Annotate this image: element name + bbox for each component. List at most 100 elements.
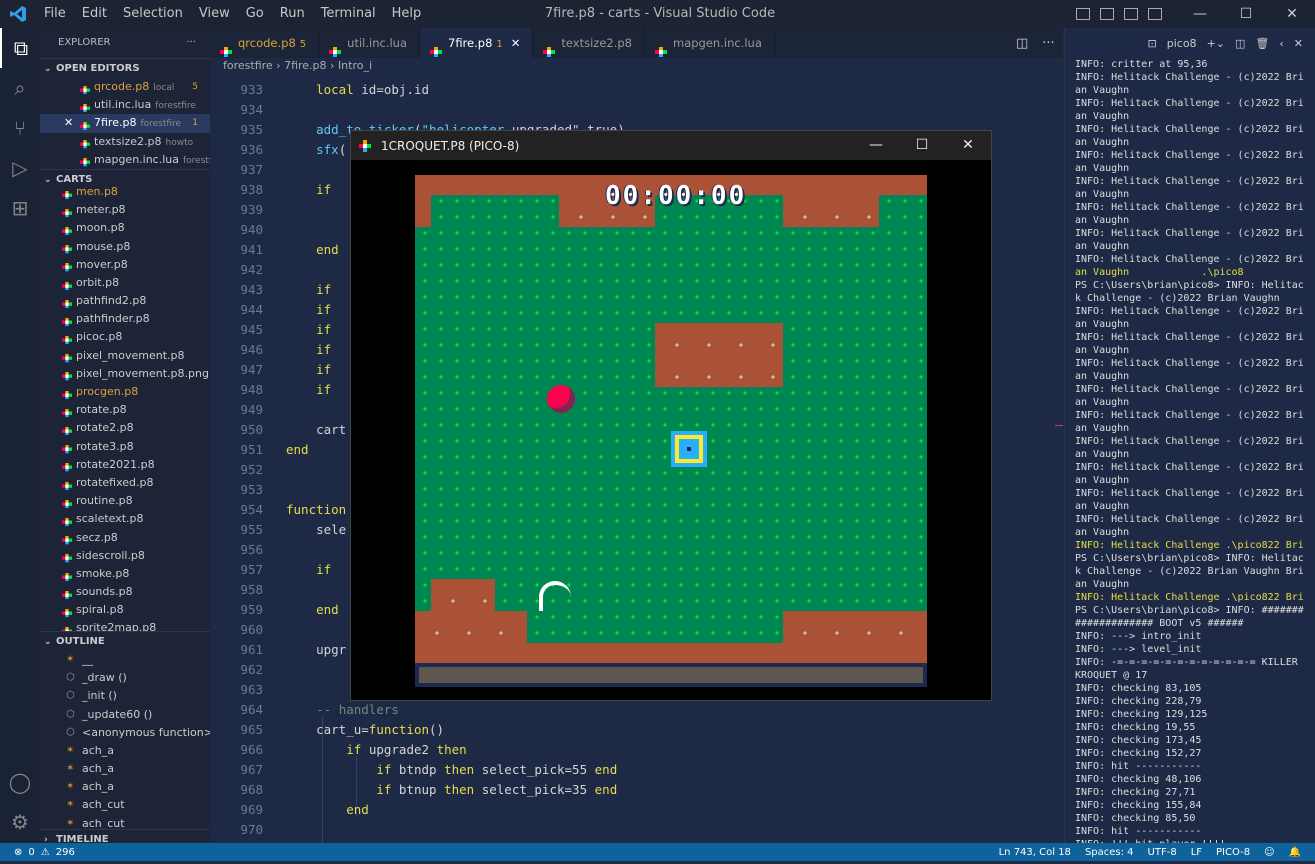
close-button[interactable]: ✕: [945, 131, 991, 160]
cart-file-item[interactable]: sprite2map.p8: [40, 619, 210, 631]
open-editor-item[interactable]: qrcode.p8 local 5: [40, 78, 210, 96]
warning-count[interactable]: 296: [56, 847, 75, 858]
cart-file-item[interactable]: secz.p8: [40, 529, 210, 547]
open-editor-item[interactable]: ✕ 7fire.p8 forestfire 1: [40, 114, 210, 133]
close-icon[interactable]: ✕: [64, 114, 73, 132]
maximize-button[interactable]: ☐: [899, 131, 945, 160]
toggle-sidebar-icon[interactable]: [1076, 8, 1090, 20]
cursor-position[interactable]: Ln 743, Col 18: [999, 847, 1071, 858]
trash-icon[interactable]: 🗑: [1255, 37, 1269, 50]
toggle-panel-icon[interactable]: [1100, 8, 1114, 20]
minimize-button[interactable]: —: [853, 131, 899, 160]
tab-qrcode-p8[interactable]: qrcode.p8 5: [210, 28, 320, 58]
warnings-icon[interactable]: ⚠: [41, 847, 50, 858]
menu-item-run[interactable]: Run: [272, 0, 313, 28]
language-mode[interactable]: PICO-8: [1216, 847, 1250, 858]
outline-symbol[interactable]: ✶ ach_a: [40, 778, 210, 796]
cart-file-item[interactable]: rotate2021.p8: [40, 456, 210, 474]
explorer-icon[interactable]: ⧉: [0, 28, 40, 68]
breadcrumb-symbol[interactable]: Intro_i: [338, 59, 372, 72]
cart-file-item[interactable]: routine.p8: [40, 492, 210, 510]
open-editor-item[interactable]: util.inc.lua forestfire: [40, 96, 210, 114]
split-editor-icon[interactable]: ◫: [1016, 36, 1028, 51]
pico8-game-window[interactable]: 1CROQUET.P8 (PICO-8) — ☐ ✕ 00:00:00: [350, 130, 992, 701]
tab-mapgen-inc-lua[interactable]: mapgen.inc.lua: [645, 28, 775, 58]
new-terminal-icon[interactable]: +⌄: [1207, 37, 1225, 50]
terminal-output[interactable]: INFO: critter at 95,36 INFO: Helitack Cha…: [1075, 58, 1311, 864]
more-actions-icon[interactable]: ···: [186, 28, 196, 58]
cart-file-item[interactable]: sidescroll.p8: [40, 547, 210, 565]
tab-7fire-p8[interactable]: 7fire.p8 1 ✕: [420, 28, 534, 58]
cart-file-item[interactable]: pathfind2.p8: [40, 292, 210, 310]
errors-icon[interactable]: ⊗: [14, 847, 22, 858]
menu-item-edit[interactable]: Edit: [74, 0, 115, 28]
close-button[interactable]: ✕: [1269, 0, 1315, 28]
encoding[interactable]: UTF-8: [1148, 847, 1177, 858]
cart-file-item[interactable]: spiral.p8: [40, 601, 210, 619]
menu-item-go[interactable]: Go: [238, 0, 272, 28]
outline-symbol[interactable]: ✶ ach_cut: [40, 796, 210, 814]
chevron-left-icon[interactable]: ‹: [1279, 37, 1283, 50]
cart-file-item[interactable]: moon.p8: [40, 219, 210, 237]
outline-header[interactable]: ⌄ OUTLINE: [40, 630, 210, 651]
outline-symbol[interactable]: ⬡ _init (): [40, 687, 210, 705]
error-count[interactable]: 0: [28, 847, 34, 858]
tab-util-inc-lua[interactable]: util.inc.lua: [319, 28, 420, 58]
cart-file-item[interactable]: pathfinder.p8: [40, 310, 210, 328]
cart-file-item[interactable]: smoke.p8: [40, 565, 210, 583]
menu-item-view[interactable]: View: [191, 0, 238, 28]
game-window-titlebar[interactable]: 1CROQUET.P8 (PICO-8) — ☐ ✕: [351, 131, 991, 160]
minimize-button[interactable]: —: [1177, 0, 1223, 28]
feedback-icon[interactable]: ☺: [1264, 847, 1274, 858]
cart-file-item[interactable]: rotate3.p8: [40, 438, 210, 456]
cart-file-item[interactable]: rotatefixed.p8: [40, 474, 210, 492]
cart-file-item[interactable]: sounds.p8: [40, 583, 210, 601]
cart-file-item[interactable]: men.p8: [40, 183, 210, 201]
cart-file-item[interactable]: procgen.p8: [40, 383, 210, 401]
end-of-line[interactable]: LF: [1191, 847, 1202, 858]
cart-file-item[interactable]: pixel_movement.p8.png: [40, 365, 210, 383]
source-control-icon[interactable]: ⑂: [0, 108, 40, 148]
customize-layout-icon[interactable]: [1148, 8, 1162, 20]
cart-file-item[interactable]: meter.p8: [40, 201, 210, 219]
game-screen[interactable]: 00:00:00: [415, 175, 927, 687]
open-editors-header[interactable]: ⌄ OPEN EDITORS: [40, 58, 210, 78]
notifications-icon[interactable]: 🔔: [1289, 847, 1301, 858]
menu-item-selection[interactable]: Selection: [115, 0, 191, 28]
close-icon[interactable]: ✕: [511, 36, 521, 50]
cart-file-item[interactable]: pixel_movement.p8: [40, 347, 210, 365]
tab-textsize2-p8[interactable]: textsize2.p8: [533, 28, 645, 58]
maximize-button[interactable]: ☐: [1223, 0, 1269, 28]
menu-item-file[interactable]: File: [36, 0, 74, 28]
breadcrumb-file[interactable]: 7fire.p8: [284, 59, 326, 72]
timeline-header[interactable]: › TIMELINE: [40, 828, 210, 843]
indentation[interactable]: Spaces: 4: [1085, 847, 1134, 858]
menu-item-help[interactable]: Help: [384, 0, 430, 28]
toggle-secondary-sidebar-icon[interactable]: [1124, 8, 1138, 20]
more-actions-icon[interactable]: ···: [1042, 36, 1054, 51]
split-terminal-icon[interactable]: ◫: [1235, 37, 1245, 50]
cart-file-item[interactable]: rotate2.p8: [40, 419, 210, 437]
cart-file-item[interactable]: orbit.p8: [40, 274, 210, 292]
close-icon[interactable]: ✕: [1294, 37, 1303, 50]
outline-symbol[interactable]: ⬡ <anonymous function> (): [40, 724, 210, 742]
outline-symbol[interactable]: ✶ ach_cut: [40, 815, 210, 829]
open-editor-item[interactable]: mapgen.inc.lua forestfire: [40, 151, 210, 169]
extensions-icon[interactable]: ⊞: [0, 188, 40, 228]
search-icon[interactable]: ⌕: [0, 68, 40, 108]
cart-file-item[interactable]: picoc.p8: [40, 328, 210, 346]
cart-file-item[interactable]: rotate.p8: [40, 401, 210, 419]
outline-symbol[interactable]: ✶ __: [40, 651, 210, 669]
cart-file-item[interactable]: scaletext.p8: [40, 510, 210, 528]
breadcrumb-folder[interactable]: forestfire: [223, 59, 273, 72]
outline-symbol[interactable]: ⬡ _update60 (): [40, 706, 210, 724]
cart-file-item[interactable]: mouse.p8: [40, 238, 210, 256]
account-icon[interactable]: ◯: [0, 762, 40, 802]
settings-gear-icon[interactable]: ⚙: [0, 802, 40, 842]
menu-item-terminal[interactable]: Terminal: [313, 0, 384, 28]
outline-symbol[interactable]: ✶ ach_a: [40, 760, 210, 778]
terminal-tab[interactable]: pico8: [1167, 37, 1197, 50]
cart-file-item[interactable]: mover.p8: [40, 256, 210, 274]
outline-symbol[interactable]: ⬡ _draw (): [40, 669, 210, 687]
open-editor-item[interactable]: textsize2.p8 howto: [40, 133, 210, 151]
